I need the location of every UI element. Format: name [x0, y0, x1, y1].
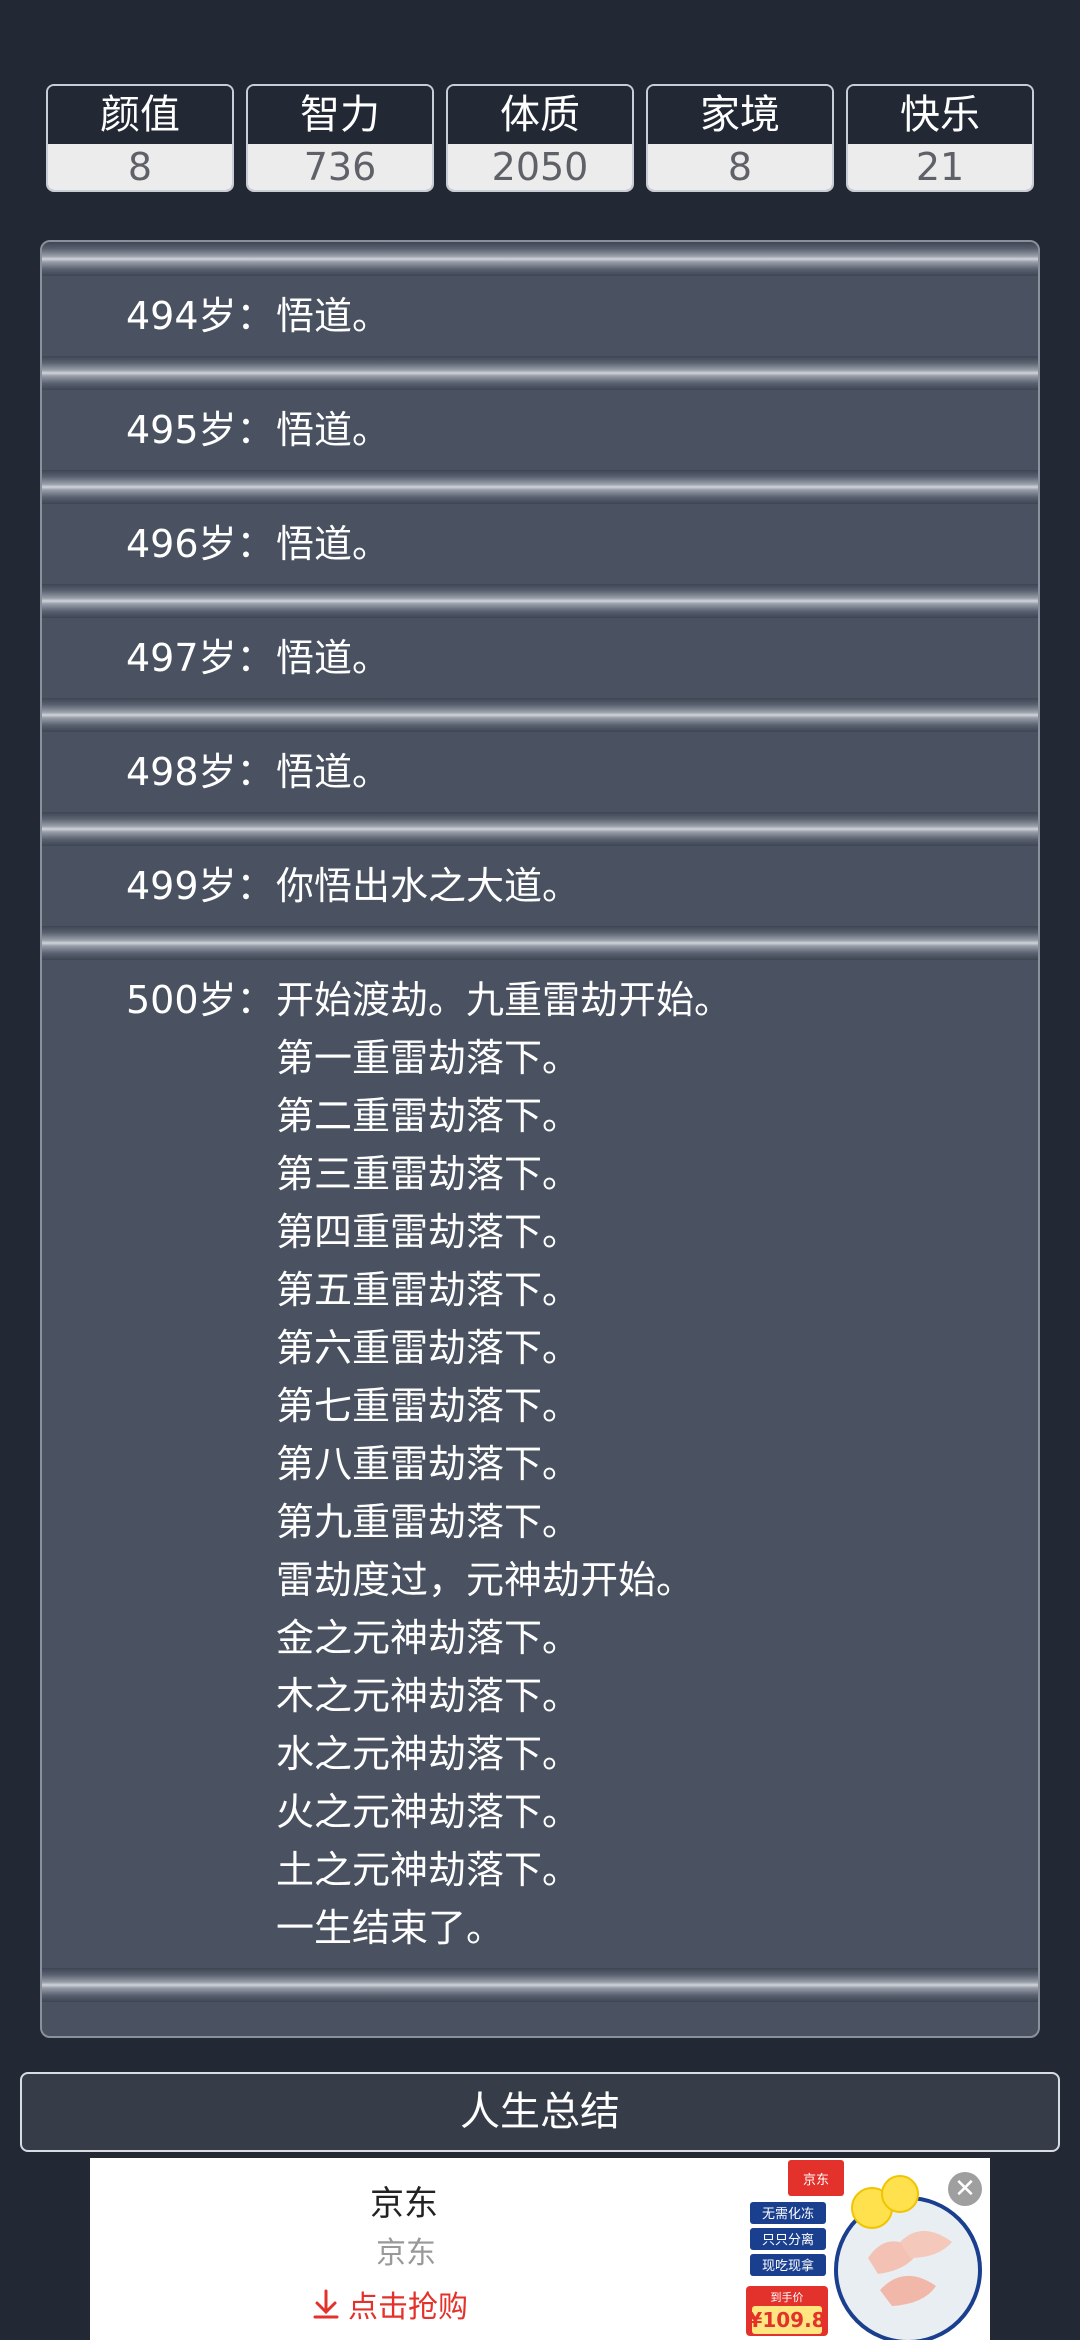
property-intelligence: 智力 736	[246, 84, 434, 192]
svg-text:现吃现拿: 现吃现拿	[762, 2258, 814, 2274]
property-panel: 颜值 8 智力 736 体质 2050 家境 8 快乐 21	[46, 84, 1034, 196]
log-divider	[42, 584, 1038, 618]
log-text: 雷劫度过，元神劫开始。	[276, 1558, 695, 1602]
property-value: 736	[248, 144, 432, 190]
ad-subtitle: 京东	[376, 2236, 436, 2271]
log-age: 494岁：	[126, 294, 275, 338]
log-entry: 498岁： 悟道。	[42, 732, 1038, 812]
property-name: 智力	[248, 86, 432, 144]
svg-text:¥109.8: ¥109.8	[748, 2308, 825, 2332]
property-value: 8	[648, 144, 832, 190]
property-strength: 体质 2050	[446, 84, 634, 192]
log-text: 开始渡劫。九重雷劫开始。	[276, 978, 733, 1022]
log-text: 第三重雷劫落下。	[276, 1152, 581, 1196]
log-text: 悟道。	[276, 294, 391, 338]
property-charm: 颜值 8	[46, 84, 234, 192]
log-text: 第六重雷劫落下。	[276, 1326, 581, 1370]
log-age: 498岁：	[126, 750, 275, 794]
log-text: 第八重雷劫落下。	[276, 1442, 581, 1486]
log-entry: 499岁： 你悟出水之大道。	[42, 846, 1038, 926]
property-name: 颜值	[48, 86, 232, 144]
log-text: 悟道。	[276, 636, 391, 680]
log-age: 495岁：	[126, 408, 275, 452]
log-text: 金之元神劫落下。	[276, 1616, 581, 1660]
log-age: 500岁：	[126, 978, 275, 1022]
property-happiness: 快乐 21	[846, 84, 1034, 192]
property-name: 家境	[648, 86, 832, 144]
log-age: 499岁：	[126, 864, 275, 908]
log-text: 悟道。	[276, 522, 391, 566]
log-divider	[42, 812, 1038, 846]
log-text: 第七重雷劫落下。	[276, 1384, 581, 1428]
log-text: 水之元神劫落下。	[276, 1732, 581, 1776]
ad-banner[interactable]: 京东 京东 点击抢购 京东 无需化冻 只只分离 现吃现拿 到手价 ¥109.8 …	[90, 2158, 990, 2340]
property-value: 2050	[448, 144, 632, 190]
ad-cta-button[interactable]: 点击抢购	[312, 2282, 468, 2326]
log-divider	[42, 242, 1038, 276]
property-name: 快乐	[848, 86, 1032, 144]
log-entry: 494岁： 悟道。	[42, 276, 1038, 356]
life-summary-button[interactable]: 人生总结	[20, 2072, 1060, 2152]
close-icon[interactable]: ✕	[948, 2172, 982, 2206]
log-age: 497岁：	[126, 636, 275, 680]
log-entry: 496岁： 悟道。	[42, 504, 1038, 584]
log-divider	[42, 926, 1038, 960]
log-text: 火之元神劫落下。	[276, 1790, 581, 1834]
log-text: 悟道。	[276, 750, 391, 794]
svg-text:无需化冻: 无需化冻	[762, 2206, 814, 2222]
log-text: 第五重雷劫落下。	[276, 1268, 581, 1312]
log-text: 悟道。	[276, 408, 391, 452]
log-text: 木之元神劫落下。	[276, 1674, 581, 1718]
property-value: 21	[848, 144, 1032, 190]
log-entry: 497岁： 悟道。	[42, 618, 1038, 698]
ad-cta-label: 点击抢购	[348, 2290, 468, 2325]
log-text: 第一重雷劫落下。	[276, 1036, 581, 1080]
ad-title: 京东	[370, 2184, 438, 2224]
log-age: 496岁：	[126, 522, 275, 566]
log-text: 一生结束了。	[276, 1906, 505, 1950]
log-text: 第四重雷劫落下。	[276, 1210, 581, 1254]
log-divider	[42, 356, 1038, 390]
log-divider	[42, 1968, 1038, 2002]
property-name: 体质	[448, 86, 632, 144]
property-money: 家境 8	[646, 84, 834, 192]
download-arrow-icon	[313, 2289, 339, 2319]
event-log[interactable]: 494岁： 悟道。 495岁： 悟道。 496岁： 悟道。 497岁： 悟道。 …	[40, 240, 1040, 2038]
log-text: 第九重雷劫落下。	[276, 1500, 581, 1544]
log-divider	[42, 698, 1038, 732]
log-entry: 495岁： 悟道。	[42, 390, 1038, 470]
svg-text:只只分离: 只只分离	[762, 2232, 814, 2248]
svg-text:京东: 京东	[803, 2173, 829, 2188]
log-text: 你悟出水之大道。	[276, 864, 581, 908]
log-divider	[42, 470, 1038, 504]
log-text: 第二重雷劫落下。	[276, 1094, 581, 1138]
log-entry: 500岁： 开始渡劫。九重雷劫开始。 第一重雷劫落下。 第二重雷劫落下。 第三重…	[42, 960, 1038, 1968]
log-text: 土之元神劫落下。	[276, 1848, 581, 1892]
svg-text:到手价: 到手价	[771, 2290, 804, 2304]
property-value: 8	[48, 144, 232, 190]
